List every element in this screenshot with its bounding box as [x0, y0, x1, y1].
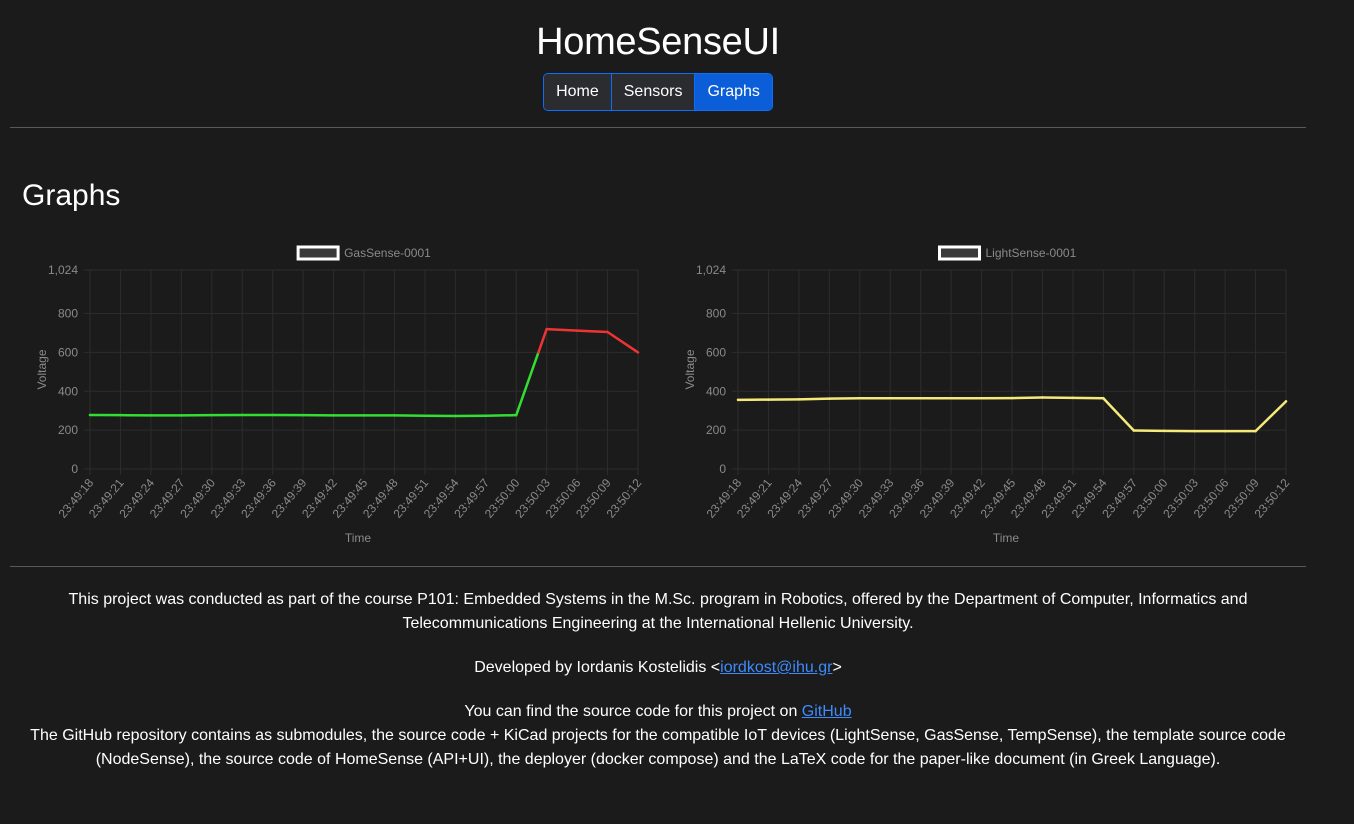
- legend-swatch: [296, 245, 340, 261]
- data-point[interactable]: [828, 397, 831, 400]
- data-point[interactable]: [149, 414, 153, 417]
- y-tick-label: 600: [58, 345, 78, 359]
- footer-repo-description: The GitHub repository contains as submod…: [30, 727, 1286, 768]
- developer-prefix: Developed by Iordanis Kostelidis <: [474, 659, 721, 676]
- line-segment: [545, 327, 579, 332]
- data-point[interactable]: [636, 351, 640, 354]
- data-point[interactable]: [332, 414, 335, 417]
- data-point[interactable]: [241, 413, 244, 417]
- data-point[interactable]: [949, 397, 953, 400]
- chart-grid: [732, 269, 1287, 475]
- data-point[interactable]: [88, 413, 92, 417]
- y-tick-label: 800: [58, 307, 78, 321]
- data-point[interactable]: [423, 414, 427, 417]
- y-tick-label: 200: [706, 423, 726, 437]
- developer-suffix: >: [832, 659, 842, 676]
- page-container: HomeSenseUI Home Sensors Graphs Graphs G…: [10, 0, 1306, 768]
- data-point[interactable]: [362, 414, 366, 417]
- data-point[interactable]: [1132, 429, 1135, 432]
- data-point[interactable]: [393, 414, 396, 417]
- data-point[interactable]: [515, 413, 518, 417]
- main-nav: Home Sensors Graphs: [10, 73, 1306, 111]
- y-axis-label: Voltage: [683, 349, 697, 389]
- y-tick-label: 400: [706, 384, 726, 398]
- nav-graphs-button[interactable]: Graphs: [694, 74, 772, 110]
- data-point[interactable]: [1254, 429, 1257, 433]
- data-point[interactable]: [606, 330, 609, 334]
- data-point[interactable]: [271, 413, 274, 417]
- y-tick-label: 600: [706, 345, 726, 359]
- x-axis-label: Time: [993, 531, 1020, 545]
- line-segment: [1254, 400, 1288, 433]
- github-link[interactable]: GitHub: [802, 703, 852, 720]
- line-segment: [575, 329, 609, 334]
- data-point[interactable]: [797, 398, 801, 401]
- data-point[interactable]: [1193, 429, 1196, 433]
- data-point[interactable]: [1102, 397, 1105, 400]
- footer-divider: [10, 566, 1306, 567]
- header-divider: [10, 127, 1306, 128]
- site-title: HomeSenseUI: [536, 21, 780, 63]
- data-point[interactable]: [1163, 429, 1166, 433]
- nav-home-button[interactable]: Home: [544, 74, 611, 110]
- legend-label: LightSense-0001: [986, 246, 1077, 260]
- legend-swatch: [938, 245, 981, 261]
- data-point[interactable]: [1041, 396, 1044, 399]
- data-point[interactable]: [454, 414, 457, 418]
- y-tick-label: 400: [58, 384, 78, 398]
- data-point[interactable]: [1071, 396, 1075, 400]
- x-axis-label: Time: [345, 531, 372, 545]
- line-segment: [484, 413, 518, 418]
- line-segment: [514, 351, 540, 417]
- data-point[interactable]: [180, 414, 183, 417]
- gas-chart-panel: GasSense-0001 0 200 400 600 800 1,024 23:49:18 2…: [18, 240, 645, 550]
- y-tick-label: 1,024: [48, 263, 78, 277]
- y-tick-label: 200: [58, 423, 78, 437]
- y-tick-label: 0: [719, 462, 726, 476]
- nav-sensors-button[interactable]: Sensors: [610, 74, 695, 110]
- y-tick-label: 800: [706, 307, 726, 321]
- footer-source-line: You can find the source code for this pr…: [10, 700, 1306, 724]
- nav-button-group: Home Sensors Graphs: [543, 73, 773, 111]
- chart-grid: [84, 269, 639, 475]
- data-point[interactable]: [736, 398, 740, 402]
- data-point[interactable]: [210, 413, 213, 417]
- data-point[interactable]: [919, 397, 922, 400]
- chart-legend[interactable]: GasSense-0001: [296, 245, 431, 261]
- gas-sense-chart: GasSense-000102004006008001,02423:49:182…: [35, 245, 645, 545]
- footer-developer-line: Developed by Iordanis Kostelidis <iordko…: [10, 656, 1306, 680]
- line-segment: [1010, 396, 1044, 400]
- legend-label: GasSense-0001: [344, 246, 431, 260]
- line-segment: [537, 327, 548, 354]
- data-point[interactable]: [980, 397, 983, 400]
- y-tick-label: 0: [71, 462, 78, 476]
- chart-legend[interactable]: LightSense-0001: [938, 245, 1077, 261]
- data-point[interactable]: [1010, 396, 1014, 400]
- y-axis-label: Voltage: [35, 349, 49, 389]
- developer-email-link[interactable]: iordkost@ihu.gr: [720, 659, 832, 676]
- data-point[interactable]: [545, 327, 548, 331]
- line-segment: [1102, 397, 1136, 432]
- data-point[interactable]: [119, 413, 122, 417]
- light-sense-chart: LightSense-000102004006008001,02423:49:1…: [683, 245, 1293, 545]
- data-point[interactable]: [767, 398, 770, 401]
- light-chart-panel: LightSense-0001 0 200 400 600 800 1,024 23:49:1…: [666, 240, 1293, 550]
- data-point[interactable]: [889, 397, 892, 400]
- data-point[interactable]: [484, 414, 487, 417]
- footer-about-text: This project was conducted as part of th…: [68, 591, 1248, 632]
- footer: This project was conducted as part of th…: [10, 588, 1306, 772]
- data-point[interactable]: [575, 329, 579, 332]
- line-segment: [797, 397, 831, 401]
- y-tick-label: 1,024: [696, 263, 726, 277]
- line-segment: [606, 330, 640, 354]
- data-point[interactable]: [301, 413, 305, 417]
- source-prefix: You can find the source code for this pr…: [464, 703, 802, 720]
- section-title: Graphs: [22, 179, 121, 212]
- data-point[interactable]: [1284, 400, 1288, 403]
- data-point[interactable]: [1223, 429, 1227, 433]
- data-point[interactable]: [858, 397, 861, 400]
